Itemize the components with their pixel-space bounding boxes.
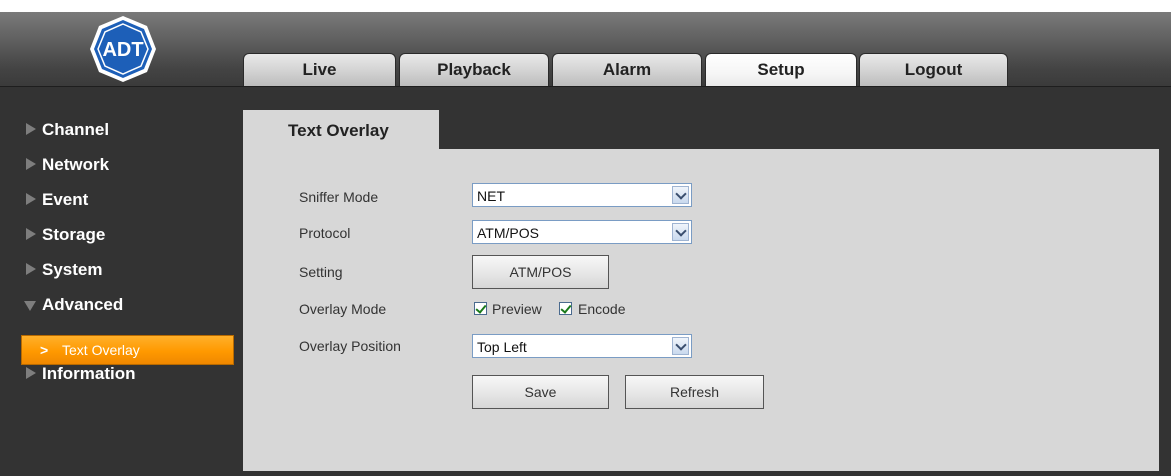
settings-panel: Sniffer Mode NET Protocol ATM/POS Settin… xyxy=(243,149,1159,471)
tab-logout[interactable]: Logout xyxy=(859,53,1008,86)
logo-text: ADT xyxy=(102,39,143,61)
triangle-right-icon xyxy=(26,228,36,240)
preview-checkbox[interactable] xyxy=(474,302,487,315)
sidebar-subitem-label: Text Overlay xyxy=(62,342,140,358)
chevron-down-icon[interactable] xyxy=(672,223,689,241)
sidebar-item-label: Information xyxy=(42,364,136,383)
chevron-down-icon[interactable] xyxy=(672,337,689,355)
preview-checkbox-label: Preview xyxy=(492,301,542,317)
sidebar-item-label: Network xyxy=(42,155,110,174)
atm-pos-setting-button[interactable]: ATM/POS xyxy=(472,255,609,289)
sidebar-item-label: System xyxy=(42,260,103,279)
overlay-position-select[interactable]: Top Left xyxy=(472,334,692,358)
chevron-down-icon[interactable] xyxy=(672,186,689,204)
sniffer-mode-label: Sniffer Mode xyxy=(299,189,379,205)
sidebar-item-label: Channel xyxy=(42,120,110,139)
overlay-position-value: Top Left xyxy=(477,339,527,355)
triangle-right-icon xyxy=(26,263,36,275)
sidebar-item-label: Advanced xyxy=(42,295,124,314)
triangle-right-icon xyxy=(26,123,36,135)
triangle-right-icon xyxy=(26,367,36,379)
sidebar-item-label: Storage xyxy=(42,225,106,244)
sidebar-item-label: Event xyxy=(42,190,89,209)
sidebar-subitem-text-overlay[interactable]: > Text Overlay xyxy=(21,335,234,365)
header-bar: ADT Live Playback Alarm Setup Logout xyxy=(0,12,1171,87)
encode-checkbox-label: Encode xyxy=(578,301,626,317)
header-divider xyxy=(0,86,1171,87)
sniffer-mode-value: NET xyxy=(477,188,505,204)
adt-logo: ADT xyxy=(90,16,156,82)
protocol-label: Protocol xyxy=(299,225,351,241)
protocol-select[interactable]: ATM/POS xyxy=(472,220,692,244)
tab-playback[interactable]: Playback xyxy=(399,53,549,86)
tab-setup[interactable]: Setup xyxy=(705,53,857,86)
overlay-position-label: Overlay Position xyxy=(299,338,401,354)
save-button[interactable]: Save xyxy=(472,375,609,409)
chevron-right-icon: > xyxy=(40,342,49,358)
encode-checkbox[interactable] xyxy=(559,302,572,315)
sniffer-mode-select[interactable]: NET xyxy=(472,183,692,207)
protocol-value: ATM/POS xyxy=(477,225,539,241)
app-frame: ADT Live Playback Alarm Setup Logout Cha… xyxy=(0,12,1171,476)
tab-alarm[interactable]: Alarm xyxy=(552,53,702,86)
refresh-button[interactable]: Refresh xyxy=(625,375,764,409)
triangle-right-icon xyxy=(26,158,36,170)
setting-label: Setting xyxy=(299,264,343,280)
panel-tab-text-overlay[interactable]: Text Overlay xyxy=(243,110,439,149)
triangle-down-icon xyxy=(24,301,36,311)
tab-live[interactable]: Live xyxy=(243,53,396,86)
overlay-mode-label: Overlay Mode xyxy=(299,301,387,317)
triangle-right-icon xyxy=(26,193,36,205)
